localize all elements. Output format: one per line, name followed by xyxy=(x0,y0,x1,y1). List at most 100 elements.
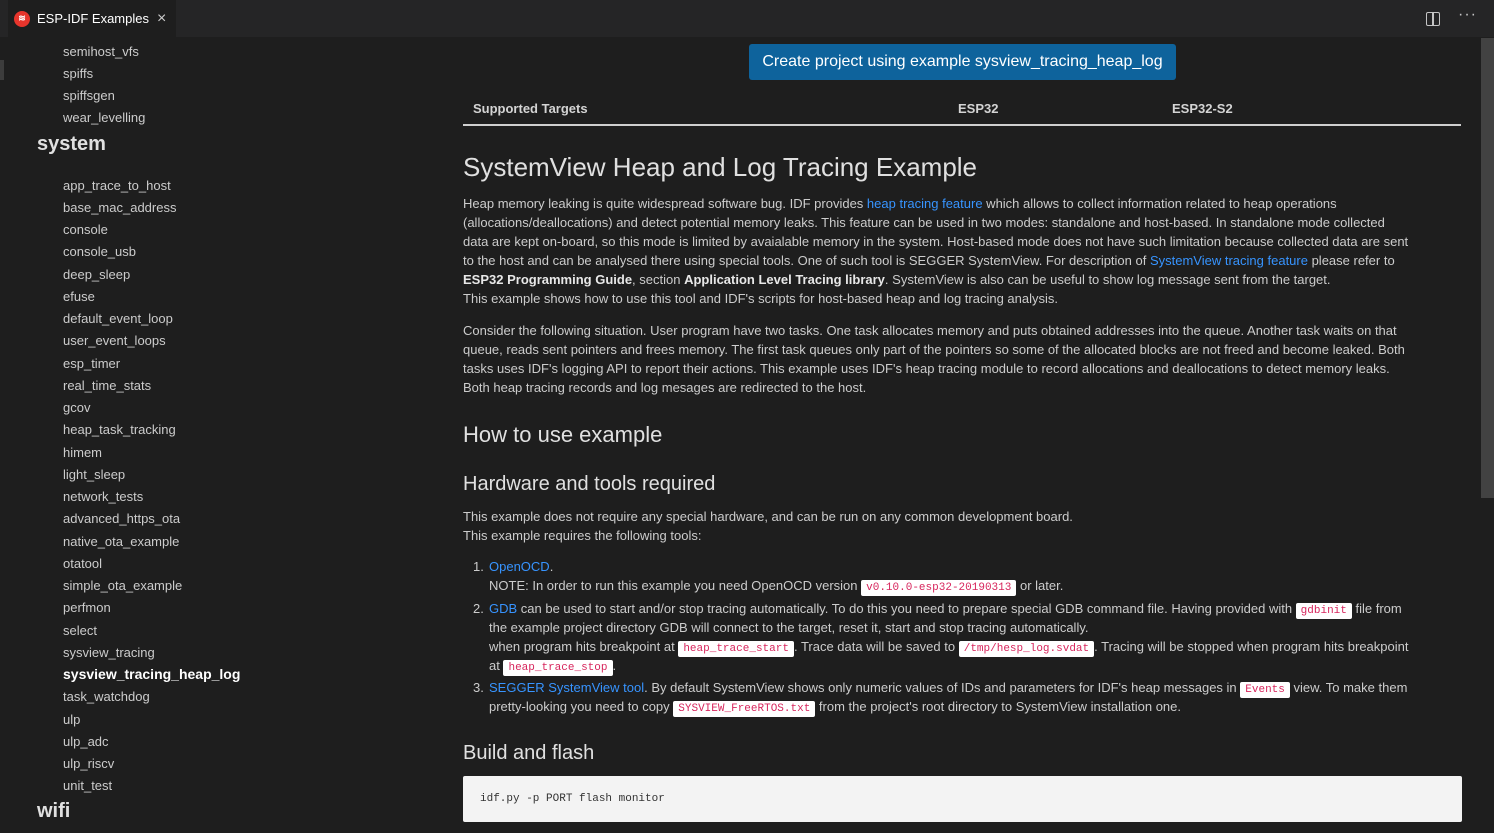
text: Consider the following situation. User p… xyxy=(463,323,1397,338)
text: . Trace data will be saved to xyxy=(793,639,959,654)
page-title: SystemView Heap and Log Tracing Example xyxy=(463,152,978,182)
text: to the host and can be analysed there us… xyxy=(463,253,1150,268)
targets-label: Supported Targets xyxy=(473,101,588,116)
sidebar-item[interactable]: himem xyxy=(63,445,102,461)
category-heading-wifi: wifi xyxy=(37,800,71,822)
heading-hardware: Hardware and tools required xyxy=(463,473,716,495)
sidebar-item[interactable]: app_trace_to_host xyxy=(63,178,171,194)
sidebar-item[interactable]: ulp_riscv xyxy=(63,756,114,772)
sidebar-item[interactable]: deep_sleep xyxy=(63,267,130,283)
list-number: 1. xyxy=(473,559,484,574)
sidebar-item[interactable]: light_sleep xyxy=(63,467,125,483)
text: please refer to xyxy=(1307,253,1395,268)
text: (allocations/deallocations) and detect p… xyxy=(463,215,1385,230)
inline-code: SYSVIEW_FreeRTOS.txt xyxy=(673,701,816,717)
more-actions-icon[interactable]: ··· xyxy=(1458,6,1477,24)
close-icon[interactable]: × xyxy=(157,10,166,28)
sidebar-item[interactable]: unit_test xyxy=(63,778,112,794)
text: . Tracing will be stopped when program h… xyxy=(1094,639,1409,654)
text: , section xyxy=(632,272,685,287)
sidebar-item-semihost-vfs[interactable]: semihost_vfs xyxy=(63,44,139,60)
create-project-button[interactable]: Create project using example sysview_tra… xyxy=(749,44,1176,80)
inline-code: v0.10.0-esp32-20190313 xyxy=(861,580,1017,596)
text: at xyxy=(489,658,504,673)
hardware-paragraph: This example does not require any specia… xyxy=(463,507,1462,545)
sidebar-item[interactable]: gcov xyxy=(63,400,90,416)
sidebar-item[interactable]: network_tests xyxy=(63,489,143,505)
list-line: when program hits breakpoint at heap_tra… xyxy=(489,639,1409,657)
list-line: pretty-looking you need to copy SYSVIEW_… xyxy=(489,699,1181,717)
sidebar-item[interactable]: real_time_stats xyxy=(63,378,151,394)
sidebar-item[interactable]: esp_timer xyxy=(63,356,120,372)
espressif-logo-icon: ≋ xyxy=(14,10,30,27)
sidebar-item[interactable]: heap_task_tracking xyxy=(63,422,176,438)
inline-code: gdbinit xyxy=(1295,603,1352,619)
scrollbar[interactable] xyxy=(1481,38,1494,498)
sidebar-item-spiffsgen[interactable]: spiffsgen xyxy=(63,88,115,104)
text: data are kept on-board, so this mode is … xyxy=(463,234,1409,249)
bold-text: ESP32 Programming Guide xyxy=(463,272,633,287)
segger-systemview-link[interactable]: SEGGER SystemView tool xyxy=(489,680,644,695)
sidebar-item[interactable]: task_watchdog xyxy=(63,689,150,705)
sidebar-item[interactable]: user_event_loops xyxy=(63,333,166,349)
text: This example requires the following tool… xyxy=(463,528,702,543)
text: when program hits breakpoint at xyxy=(489,639,679,654)
target-esp32s2: ESP32-S2 xyxy=(1172,101,1233,116)
sidebar-item[interactable]: console_usb xyxy=(63,244,136,260)
heap-tracing-link[interactable]: heap tracing feature xyxy=(867,196,983,211)
inline-code: heap_trace_stop xyxy=(503,660,613,676)
sidebar-item[interactable]: default_event_loop xyxy=(63,311,173,327)
text: tasks uses IDF's logging API to report t… xyxy=(463,361,1390,376)
sidebar-item-spiffs[interactable]: spiffs xyxy=(63,66,93,82)
target-esp32: ESP32 xyxy=(958,101,999,116)
text: file from xyxy=(1351,601,1402,616)
systemview-tracing-link[interactable]: SystemView tracing feature xyxy=(1150,253,1308,268)
list-item-openocd: OpenOCD. xyxy=(489,559,553,574)
list-number: 2. xyxy=(473,601,484,616)
text: can be used to start and/or stop tracing… xyxy=(517,601,1296,616)
sidebar-item[interactable]: efuse xyxy=(63,289,95,305)
sidebar-item[interactable]: ulp_adc xyxy=(63,734,109,750)
sidebar-item[interactable]: simple_ota_example xyxy=(63,578,182,594)
sidebar-item[interactable]: perfmon xyxy=(63,600,111,616)
inline-code: /tmp/hesp_log.svdat xyxy=(958,641,1095,657)
intro-paragraph: Heap memory leaking is quite widespread … xyxy=(463,194,1462,308)
tab-bar: ≋ ESP-IDF Examples × ··· xyxy=(0,0,1494,38)
sidebar-item[interactable]: advanced_https_ota xyxy=(63,511,180,527)
list-number: 3. xyxy=(473,680,484,695)
sidebar-item[interactable]: sysview_tracing xyxy=(63,645,155,661)
text: This example shows how to use this tool … xyxy=(463,291,1059,306)
text: pretty-looking you need to copy xyxy=(489,699,674,714)
sidebar-item[interactable]: select xyxy=(63,623,97,639)
sidebar-item[interactable]: console xyxy=(63,222,108,238)
code-block: idf.py -p PORT flash monitor xyxy=(463,776,1462,822)
tab-esp-idf-examples[interactable]: ≋ ESP-IDF Examples × xyxy=(8,0,176,37)
text: . By default SystemView shows only numer… xyxy=(644,680,1241,695)
openocd-link[interactable]: OpenOCD xyxy=(489,559,550,574)
inline-code: Events xyxy=(1240,682,1290,698)
gdb-link[interactable]: GDB xyxy=(489,601,517,616)
text: Heap memory leaking is quite widespread … xyxy=(463,196,867,211)
list-item-systemview: SEGGER SystemView tool. By default Syste… xyxy=(489,680,1408,698)
text: which allows to collect information rela… xyxy=(982,196,1337,211)
tab-title: ESP-IDF Examples xyxy=(37,11,149,26)
text: from the project's root directory to Sys… xyxy=(815,699,1181,714)
sidebar-item[interactable]: native_ota_example xyxy=(63,534,179,550)
heading-build-flash: Build and flash xyxy=(463,742,595,764)
heading-how-to-use: How to use example xyxy=(463,422,663,447)
sidebar-item[interactable]: base_mac_address xyxy=(63,200,176,216)
text: view. To make them xyxy=(1289,680,1408,695)
inline-code: heap_trace_start xyxy=(678,641,794,657)
sidebar-item[interactable]: ulp xyxy=(63,712,80,728)
bold-text: Application Level Tracing library xyxy=(684,272,885,287)
list-line: the example project directory GDB will c… xyxy=(489,620,1089,635)
list-item-gdb: GDB can be used to start and/or stop tra… xyxy=(489,601,1402,619)
text: or later. xyxy=(1016,578,1064,593)
sidebar-item-wear-levelling[interactable]: wear_levelling xyxy=(63,110,145,126)
sidebar-item-active[interactable]: sysview_tracing_heap_log xyxy=(63,666,240,682)
split-editor-icon[interactable] xyxy=(1426,12,1440,26)
sidebar-item[interactable]: otatool xyxy=(63,556,102,572)
text: NOTE: In order to run this example you n… xyxy=(489,578,862,593)
text: . SystemView is also can be useful to sh… xyxy=(884,272,1331,287)
category-heading-system: system xyxy=(37,133,106,155)
